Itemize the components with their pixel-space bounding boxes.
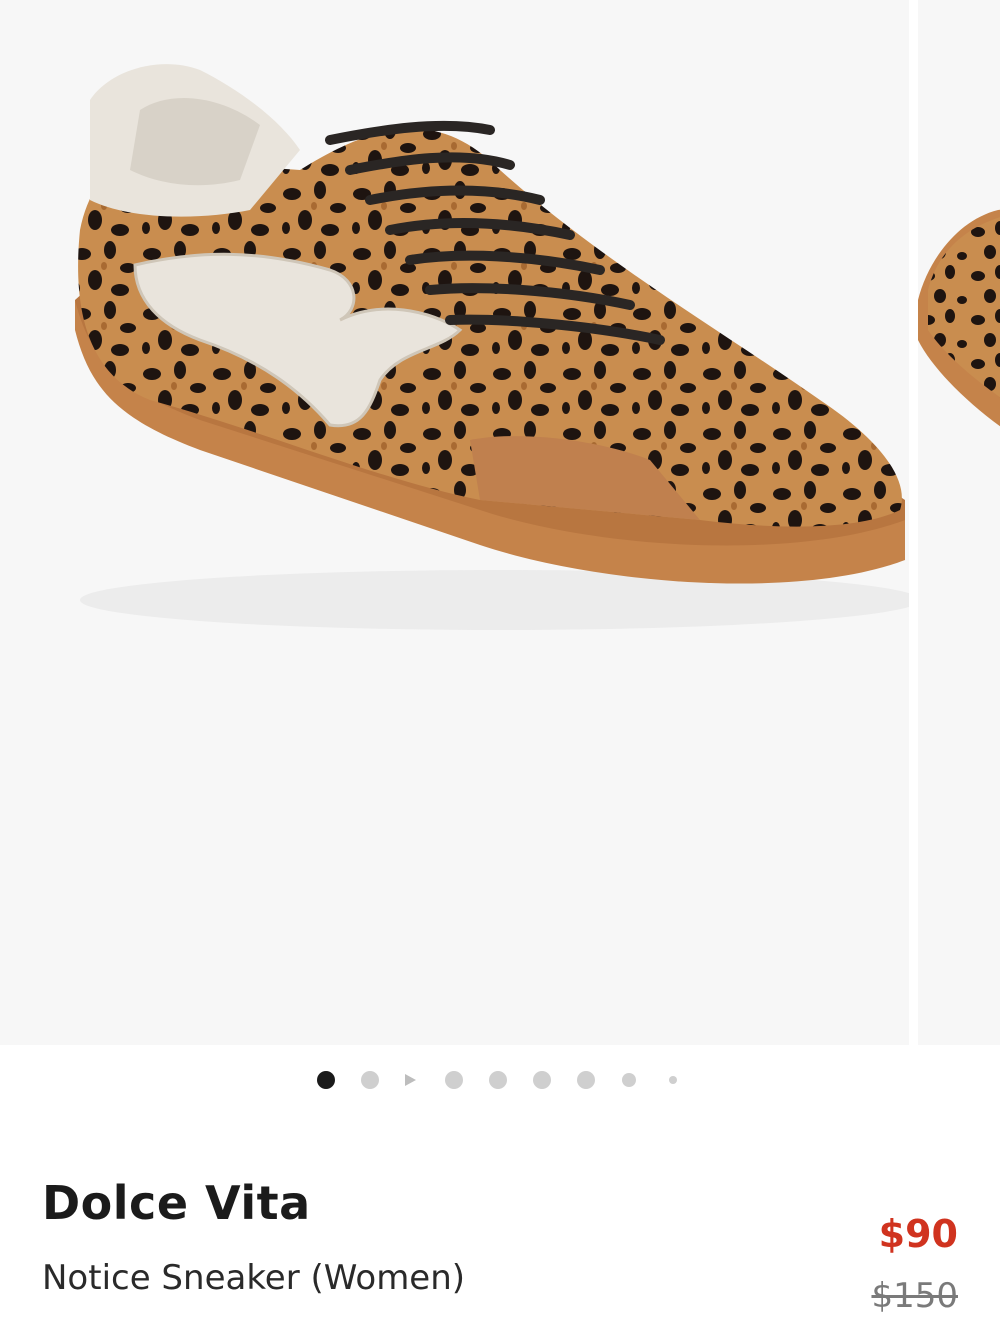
product-title: Notice Sneaker (Women)	[42, 1258, 466, 1298]
image-pagination-dots[interactable]	[0, 1068, 1000, 1092]
sneaker-illustration-next	[918, 209, 1000, 427]
pagination-dot-1[interactable]	[317, 1071, 335, 1089]
video-play-icon[interactable]	[405, 1074, 416, 1086]
pagination-dot-2[interactable]	[361, 1071, 379, 1089]
product-image-gallery[interactable]	[0, 0, 1000, 1045]
pagination-dot-7[interactable]	[577, 1071, 595, 1089]
pagination-dot-4[interactable]	[445, 1071, 463, 1089]
brand-name[interactable]: Dolce Vita	[42, 1176, 311, 1230]
product-image[interactable]	[0, 0, 909, 1045]
pagination-dot-5[interactable]	[489, 1071, 507, 1089]
pagination-dot-8[interactable]	[622, 1073, 636, 1087]
pagination-dot-6[interactable]	[533, 1071, 551, 1089]
original-price: $150	[871, 1276, 958, 1316]
sneaker-illustration	[75, 64, 909, 630]
sale-price: $90	[878, 1212, 958, 1256]
next-product-image-peek[interactable]	[918, 0, 1000, 1045]
pagination-dot-9[interactable]	[669, 1076, 677, 1084]
